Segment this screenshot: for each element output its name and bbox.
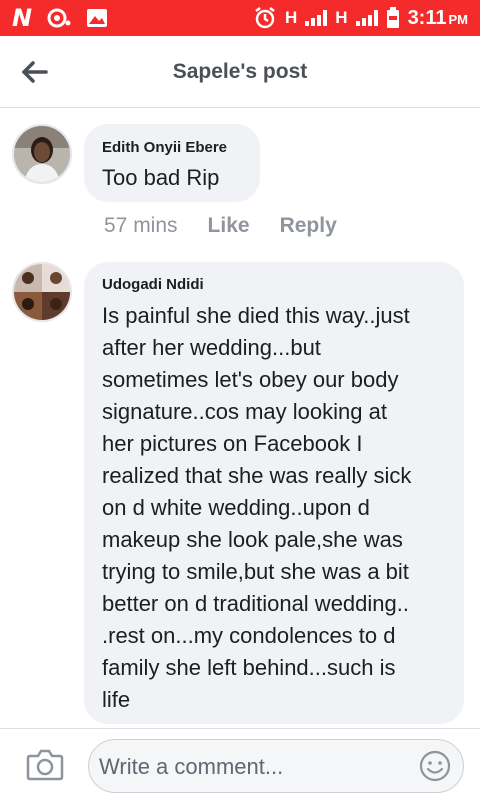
alarm-icon	[255, 7, 275, 29]
comment-line: better on d traditional wedding..	[102, 591, 409, 616]
notification-icon	[47, 8, 71, 28]
battery-icon	[386, 7, 399, 28]
comment-input[interactable]: Write a comment...	[88, 739, 464, 793]
comment-line: trying to smile,but she was a bit	[102, 559, 409, 584]
comment-text: Is painful she died this way..just after…	[102, 300, 458, 716]
comment-line: after her wedding...but	[102, 335, 321, 360]
network-type-label-2: H	[335, 8, 348, 27]
comment-line: sometimes let's obey our body	[102, 367, 399, 392]
comment-bubble: Udogadi Ndidi Is painful she died this w…	[84, 262, 464, 724]
comment-author[interactable]: Udogadi Ndidi	[102, 276, 204, 293]
comment-line: Is painful she died this way..just	[102, 303, 410, 328]
comment-actions: 57 mins Like Reply	[104, 214, 337, 238]
emoji-icon[interactable]	[419, 750, 451, 782]
post-header: Sapele's post	[0, 36, 480, 108]
signal-icon-1	[305, 10, 328, 26]
comment-input-placeholder: Write a comment...	[99, 754, 284, 779]
network-type-label-1: H	[285, 8, 298, 27]
comment-line: life	[102, 687, 131, 712]
comment-bubble: Edith Onyii Ebere Too bad Rip	[84, 124, 260, 202]
gallery-icon	[87, 9, 108, 27]
comment-line: on d white wedding..upon d	[102, 495, 370, 520]
carrier-icon: N	[12, 4, 33, 32]
comment-line: signature..cos may looking at	[102, 399, 387, 424]
comment-line: makeup she look pale,she was	[102, 527, 403, 552]
page-title: Sapele's post	[172, 60, 308, 83]
camera-icon[interactable]	[26, 747, 64, 781]
signal-icon-2	[355, 10, 378, 26]
clock-ampm: PM	[448, 11, 469, 27]
comment-text: Too bad Rip	[102, 165, 220, 190]
comment-line: family she left behind...such is	[102, 655, 396, 680]
comment-line: .rest on...my condolences to d	[102, 623, 396, 648]
comment-line: her pictures on Facebook I	[102, 431, 363, 456]
clock: 3:11 PM	[408, 7, 468, 30]
comment-composer: Write a comment...	[0, 728, 480, 800]
comment-author[interactable]: Edith Onyii Ebere	[102, 139, 227, 156]
status-bar-right: H H 3:11 PM	[253, 4, 468, 32]
reply-button[interactable]: Reply	[280, 214, 337, 238]
comment-line: realized that she was really sick	[102, 463, 412, 488]
status-bar-left: N	[12, 4, 108, 32]
avatar[interactable]	[12, 262, 72, 322]
comment-timestamp: 57 mins	[104, 214, 178, 237]
avatar-photo-icon	[14, 264, 70, 320]
avatar[interactable]	[12, 124, 72, 184]
avatar-photo-icon	[14, 126, 70, 182]
status-bar: N H H 3:11 PM	[0, 0, 480, 36]
clock-time: 3:11	[407, 6, 447, 29]
like-button[interactable]: Like	[208, 214, 250, 238]
